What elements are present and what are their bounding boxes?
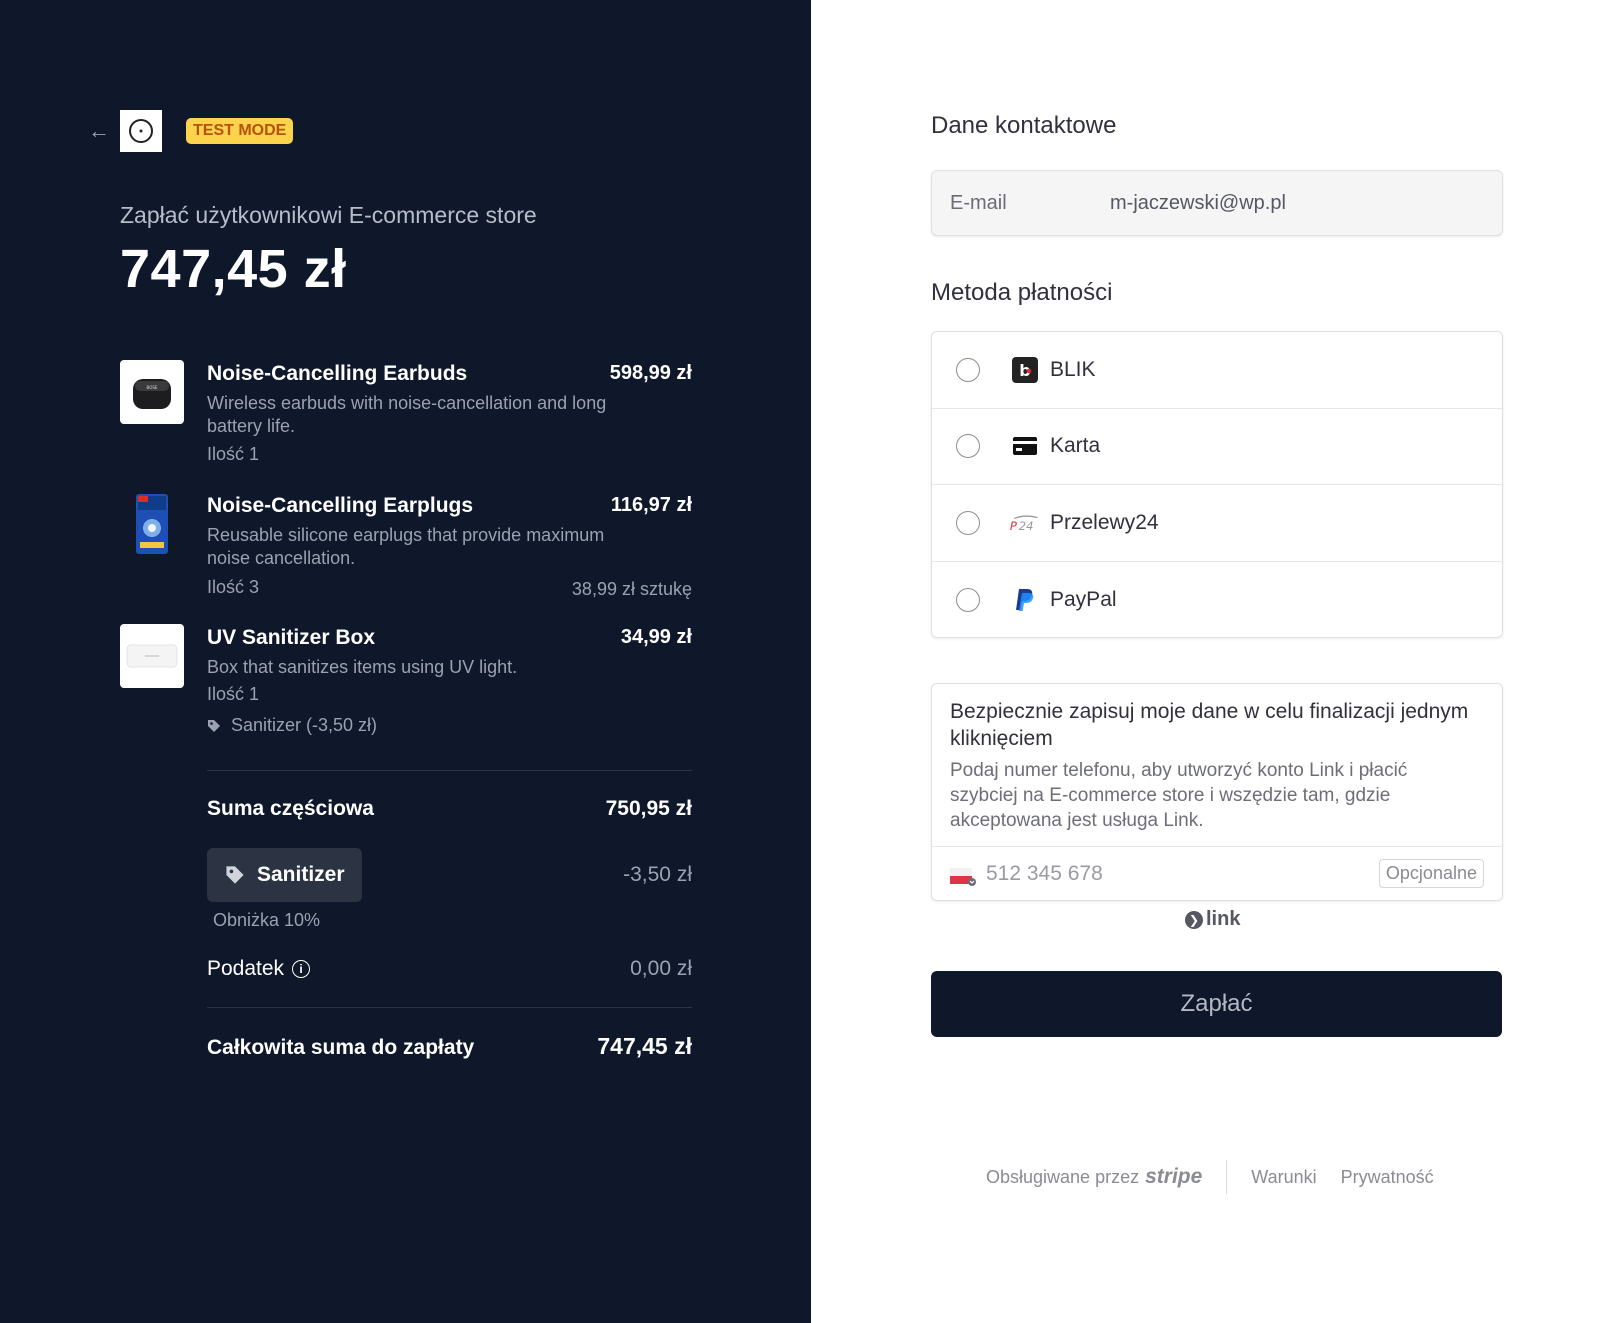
payment-method-label: BLIK (1050, 357, 1096, 381)
link-brand: link (1206, 908, 1241, 930)
contact-title: Dane kontaktowe (931, 112, 1117, 139)
przelewy24-icon: P 24 (1009, 509, 1041, 537)
line-item: UV Sanitizer Box 34,99 zł Box that sanit… (120, 624, 692, 744)
sanitizer-thumbnail (120, 624, 184, 688)
item-price: 34,99 zł (620, 626, 692, 648)
radio-button[interactable] (956, 587, 980, 612)
divider (207, 770, 692, 771)
phone-row: Opcjonalne (932, 847, 1502, 901)
promo-amount: -3,50 zł (623, 863, 692, 886)
item-description: Box that sanitizes items using UV light. (207, 657, 518, 677)
back-arrow-icon[interactable]: ← (88, 120, 110, 142)
pay-button[interactable]: Zapłać (931, 971, 1502, 1037)
payment-method-przelewy24[interactable]: P 24 Przelewy24 (932, 485, 1502, 562)
payment-method-title: Metoda płatności (931, 279, 1113, 306)
payment-panel: Dane kontaktowe E-mail m-jaczewski@wp.pl… (811, 0, 1621, 1323)
paypal-icon (1009, 586, 1041, 614)
earplugs-thumbnail (120, 492, 184, 556)
store-logo[interactable] (120, 110, 162, 152)
powered-by-label: Obsługiwane przez (986, 1166, 1140, 1187)
phone-input[interactable] (986, 857, 1346, 891)
promo-description: Obniżka 10% (213, 910, 321, 930)
total-label: Całkowita suma do zapłaty (207, 1036, 475, 1059)
item-quantity: Ilość 3 (207, 577, 260, 597)
radio-button[interactable] (956, 434, 980, 459)
email-label: E-mail (950, 192, 1007, 214)
item-price: 116,97 zł (610, 494, 692, 516)
footer: Obsługiwane przez stripe Warunki Prywatn… (986, 1160, 1458, 1194)
email-field[interactable]: E-mail m-jaczewski@wp.pl (931, 170, 1503, 236)
poland-flag-icon[interactable] (950, 867, 976, 886)
svg-text:P: P (1010, 519, 1017, 533)
item-name: Noise-Cancelling Earbuds (207, 362, 468, 385)
total-amount: 747,45 zł (120, 239, 347, 299)
payment-method-label: Karta (1050, 434, 1101, 458)
blik-icon: b (1009, 356, 1041, 384)
divider (1226, 1160, 1228, 1194)
stripe-logo[interactable]: stripe (1145, 1165, 1202, 1189)
total-value: 747,45 zł (597, 1033, 692, 1059)
subtotal-label: Suma częściowa (207, 797, 374, 820)
svg-text:BOSE: BOSE (147, 385, 158, 390)
payment-method-label: Przelewy24 (1050, 510, 1159, 534)
line-item: Noise-Cancelling Earplugs 116,97 zł Reus… (120, 492, 692, 602)
card-icon (1009, 432, 1041, 460)
optional-badge: Opcjonalne (1378, 859, 1484, 888)
order-summary-panel: ← TEST MODE Zapłać użytkownikowi E-comme… (0, 0, 811, 1323)
item-discount-label: Sanitizer (-3,50 zł) (231, 715, 378, 735)
promo-code-label: Sanitizer (257, 863, 345, 886)
link-description: Podaj numer telefonu, aby utworzyć konto… (950, 760, 1408, 831)
item-unit-price: 38,99 zł sztukę (571, 579, 692, 599)
payment-method-blik[interactable]: b BLIK (932, 332, 1502, 409)
header: ← TEST MODE (88, 110, 294, 152)
radio-button[interactable] (956, 357, 980, 382)
payment-methods-list: b BLIK Karta P 24 Przelewy24 PayPal (931, 331, 1503, 638)
link-title: Bezpiecznie zapisuj moje dane w celu fin… (950, 700, 1469, 750)
item-description: Wireless earbuds with noise-cancellation… (207, 393, 607, 436)
line-item: BOSE Noise-Cancelling Earbuds 598,99 zł … (120, 360, 692, 470)
item-discount: Sanitizer (-3,50 zł) (207, 715, 377, 736)
item-price: 598,99 zł (609, 362, 692, 384)
tax-value: 0,00 zł (630, 957, 692, 980)
svg-text:24: 24 (1019, 519, 1034, 533)
test-mode-badge: TEST MODE (186, 118, 294, 144)
payment-method-paypal[interactable]: PayPal (932, 562, 1502, 638)
item-quantity: Ilość 1 (207, 444, 260, 464)
tax-label: Podatek (207, 957, 285, 980)
earbuds-thumbnail: BOSE (120, 360, 184, 424)
email-value: m-jaczewski@wp.pl (1110, 192, 1286, 214)
item-name: Noise-Cancelling Earplugs (207, 494, 474, 517)
chevron-right-icon: ❯ (1185, 910, 1203, 929)
merchant-line: Zapłać użytkownikowi E-commerce store (120, 202, 537, 228)
divider (207, 1007, 692, 1008)
tag-icon (208, 719, 220, 732)
info-icon[interactable]: i (292, 960, 311, 978)
tax-row-label: Podatek i (207, 957, 311, 981)
subtotal-value: 750,95 zł (605, 797, 692, 820)
promo-code-chip[interactable]: Sanitizer (207, 848, 362, 902)
payment-method-label: PayPal (1050, 587, 1117, 611)
item-description: Reusable silicone earplugs that provide … (207, 525, 605, 568)
payment-method-card[interactable]: Karta (932, 409, 1502, 485)
terms-link[interactable]: Warunki (1251, 1167, 1316, 1188)
radio-button[interactable] (956, 510, 980, 535)
item-name: UV Sanitizer Box (207, 626, 376, 649)
item-quantity: Ilość 1 (207, 684, 260, 704)
link-logo: ❯ link (1185, 908, 1240, 931)
link-save-box: Bezpiecznie zapisuj moje dane w celu fin… (931, 683, 1503, 901)
privacy-link[interactable]: Prywatność (1341, 1167, 1434, 1188)
tag-icon (226, 866, 244, 884)
